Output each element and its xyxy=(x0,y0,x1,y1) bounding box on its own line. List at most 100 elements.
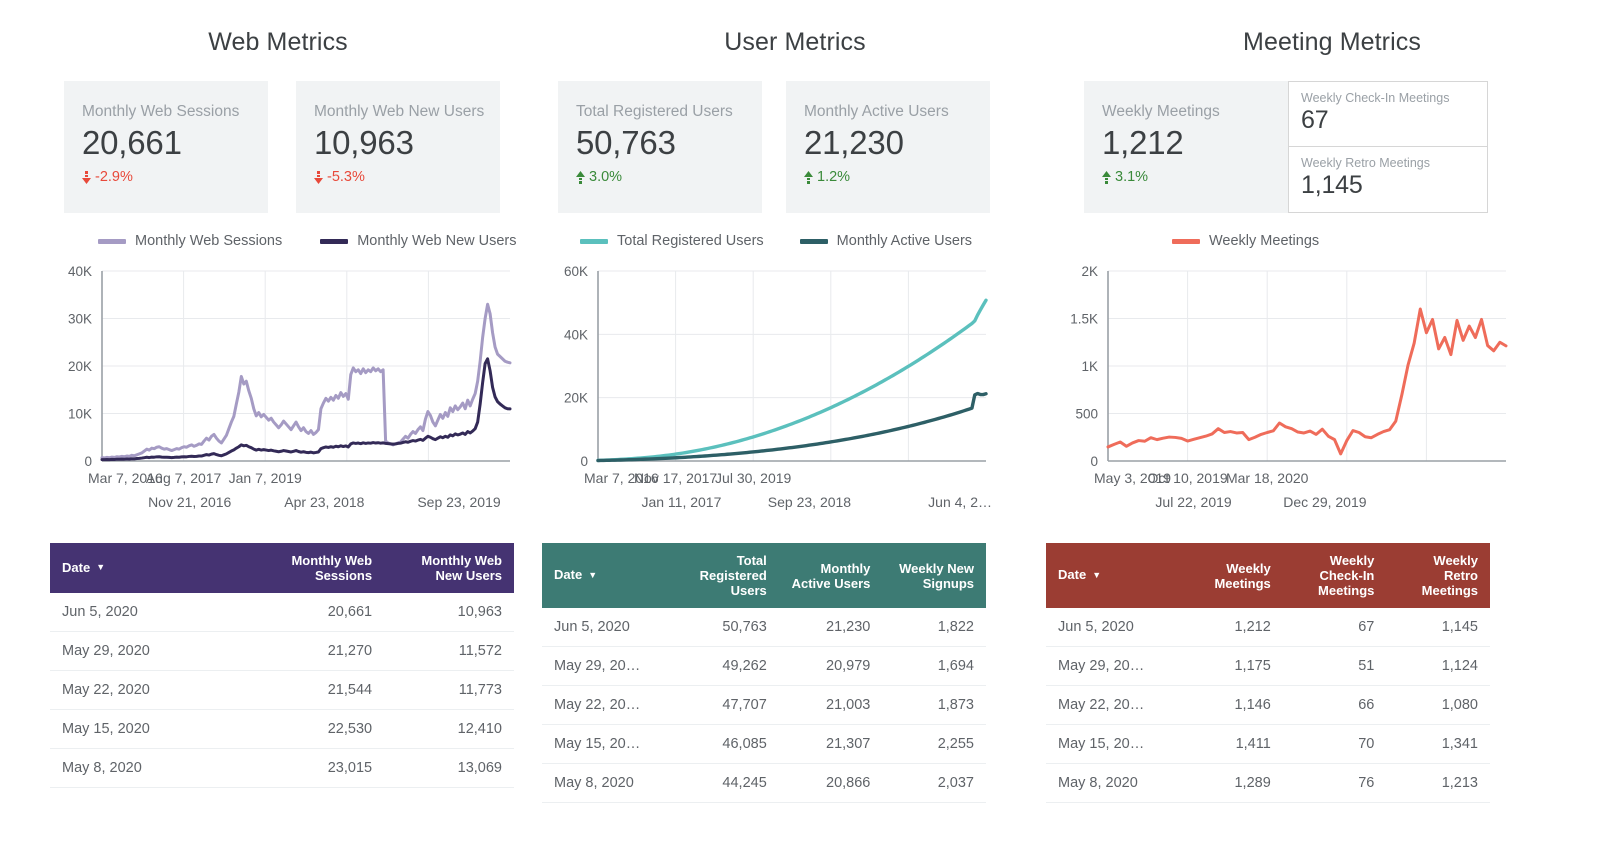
svg-text:Sep 23, 2018: Sep 23, 2018 xyxy=(768,494,852,510)
cell-value: 21,003 xyxy=(778,685,883,725)
cell-value: 21,230 xyxy=(778,608,883,647)
cell-value: 1,341 xyxy=(1386,724,1490,764)
kpi-card-total-registered-users[interactable]: Total Registered Users 50,763 3.0% xyxy=(558,81,762,213)
data-table-user-metrics[interactable]: Date ▼ Total Registered Users Monthly Activ… xyxy=(542,543,986,803)
cell-date: May 29, 2020 xyxy=(50,631,255,671)
legend-item-monthly-web-new-users[interactable]: Monthly Web New Users xyxy=(320,233,517,249)
sort-descending-icon[interactable]: ▼ xyxy=(588,568,597,583)
column-header-monthly-web-new-users[interactable]: Monthly Web New Users xyxy=(384,543,514,593)
table-row[interactable]: May 8, 2020 44,245 20,866 2,037 xyxy=(542,763,986,803)
kpi-card-monthly-web-sessions[interactable]: Monthly Web Sessions 20,661 -2.9% xyxy=(64,81,268,213)
column-header-weekly-retro-meetings[interactable]: Weekly Retro Meetings xyxy=(1386,543,1490,608)
column-header-total-registered-users[interactable]: Total Registered Users xyxy=(675,543,779,608)
table-wrap-web: Date ▼ Monthly Web Sessions Monthly Web New… xyxy=(0,543,540,788)
line-chart-svg: 010K20K30K40KMar 7, 2016Aug 7, 2017 Jan 7… xyxy=(68,264,512,510)
data-table-meeting-metrics[interactable]: Date ▼ Weekly Meetings Weekly Check-In Meet… xyxy=(1046,543,1490,803)
table-row[interactable]: May 15, 20… 46,085 21,307 2,255 xyxy=(542,724,986,764)
legend-swatch-icon xyxy=(320,238,349,244)
legend-item-monthly-active-users[interactable]: Monthly Active Users xyxy=(799,233,972,249)
legend-item-total-registered-users[interactable]: Total Registered Users xyxy=(580,233,764,249)
cell-date: Jun 5, 2020 xyxy=(542,608,676,647)
sort-descending-icon[interactable]: ▼ xyxy=(1092,568,1101,583)
svg-text:500: 500 xyxy=(1075,407,1098,422)
table-row[interactable]: Jun 5, 2020 1,212 67 1,145 xyxy=(1046,608,1490,647)
cell-value: 66 xyxy=(1282,685,1387,725)
column-header-weekly-new-signups[interactable]: Weekly New Signups xyxy=(882,543,986,608)
kpi-value: 50,763 xyxy=(576,124,676,161)
svg-text:40K: 40K xyxy=(68,264,92,279)
kpi-delta-value: 3.1% xyxy=(1115,169,1149,185)
column-header-date[interactable]: Date ▼ xyxy=(50,543,255,593)
arrow-up-icon xyxy=(576,170,585,184)
page-title-web: Web Metrics xyxy=(208,28,348,56)
svg-text:Mar 18, 2020: Mar 18, 2020 xyxy=(1226,470,1309,486)
legend-swatch-icon xyxy=(799,238,828,244)
table-row[interactable]: May 29, 2020 21,270 11,572 xyxy=(50,631,514,671)
table-row[interactable]: May 29, 20… 49,262 20,979 1,694 xyxy=(542,646,986,686)
cell-value: 1,124 xyxy=(1386,646,1490,686)
panel-web-metrics: Web Metrics Monthly Web Sessions 20,661 … xyxy=(0,0,540,851)
kpi-card-monthly-web-new-users[interactable]: Monthly Web New Users 10,963 -5.3% xyxy=(296,81,500,213)
svg-text:20K: 20K xyxy=(564,391,588,406)
cell-value: 70 xyxy=(1282,724,1387,764)
cell-value: 1,146 xyxy=(1179,685,1283,725)
data-table-web-metrics[interactable]: Date ▼ Monthly Web Sessions Monthly Web New… xyxy=(50,543,514,788)
column-header-date[interactable]: Date ▼ xyxy=(542,543,676,608)
chart-legend-meeting: Weekly Meetings xyxy=(1040,233,1600,249)
table-row[interactable]: May 22, 2020 21,544 11,773 xyxy=(50,670,514,710)
table-row[interactable]: May 15, 2020 22,530 12,410 xyxy=(50,709,514,749)
table-row[interactable]: Jun 5, 2020 50,763 21,230 1,822 xyxy=(542,608,986,647)
column-header-date[interactable]: Date ▼ xyxy=(1046,543,1180,608)
cell-value: 2,037 xyxy=(882,763,986,803)
cell-value: 11,773 xyxy=(384,670,514,710)
kpi-label: Weekly Retro Meetings xyxy=(1301,156,1430,170)
cell-value: 23,015 xyxy=(254,748,385,788)
legend-swatch-icon xyxy=(1172,238,1200,244)
legend-item-monthly-web-sessions[interactable]: Monthly Web Sessions xyxy=(98,233,282,249)
cell-date: Jun 5, 2020 xyxy=(50,593,255,632)
column-header-weekly-meetings[interactable]: Weekly Meetings xyxy=(1179,543,1283,608)
cell-value: 21,544 xyxy=(254,670,385,710)
cell-value: 1,212 xyxy=(1179,608,1283,647)
svg-text:1.5K: 1.5K xyxy=(1070,312,1098,327)
table-row[interactable]: May 15, 20… 1,411 70 1,341 xyxy=(1046,724,1490,764)
table-row[interactable]: Jun 5, 2020 20,661 10,963 xyxy=(50,593,514,632)
kpi-delta: 3.1% xyxy=(1102,169,1270,185)
svg-text:Aug 7, 2017: Aug 7, 2017 xyxy=(146,470,222,486)
svg-text:Oct 10, 2019: Oct 10, 2019 xyxy=(1148,470,1228,486)
cell-value: 21,307 xyxy=(778,724,883,764)
legend-item-weekly-meetings[interactable]: Weekly Meetings xyxy=(1172,233,1319,249)
cell-value: 21,270 xyxy=(254,631,385,671)
table-row[interactable]: May 22, 20… 1,146 66 1,080 xyxy=(1046,685,1490,725)
cell-value: 46,085 xyxy=(675,724,779,764)
table-row[interactable]: May 8, 2020 23,015 13,069 xyxy=(50,748,514,788)
kpi-card-weekly-retro-meetings[interactable]: Weekly Retro Meetings 1,145 xyxy=(1288,147,1488,213)
column-header-monthly-active-users[interactable]: Monthly Active Users xyxy=(778,543,883,608)
kpi-card-weekly-checkin-meetings[interactable]: Weekly Check-In Meetings 67 xyxy=(1288,81,1488,147)
svg-text:30K: 30K xyxy=(68,312,92,327)
cell-date: May 8, 2020 xyxy=(542,763,676,803)
column-header-label: Date xyxy=(1058,567,1087,583)
sort-descending-icon[interactable]: ▼ xyxy=(96,560,105,575)
kpi-delta-value: 3.0% xyxy=(589,169,623,185)
kpi-card-monthly-active-users[interactable]: Monthly Active Users 21,230 1.2% xyxy=(786,81,990,213)
svg-text:Nov 21, 2016: Nov 21, 2016 xyxy=(148,494,231,510)
svg-text:0: 0 xyxy=(1090,454,1098,469)
column-header-weekly-check-in-meetings[interactable]: Weekly Check-In Meetings xyxy=(1282,543,1387,608)
cell-date: May 15, 20… xyxy=(1046,724,1180,764)
kpi-card-weekly-meetings[interactable]: Weekly Meetings 1,212 3.1% xyxy=(1084,81,1288,213)
chart-user-metrics[interactable]: 0 20K 40K 60K Mar 7, 2016 Nov 17, 2017 Jul 30,… xyxy=(540,261,1040,529)
cell-value: 11,572 xyxy=(384,631,514,671)
table-header-row: Date ▼ Total Registered Users Monthly Activ… xyxy=(542,543,986,608)
svg-text:1K: 1K xyxy=(1081,359,1098,374)
cell-value: 1,694 xyxy=(882,646,986,686)
table-row[interactable]: May 29, 20… 1,175 51 1,124 xyxy=(1046,646,1490,686)
kpi-stack-meeting: Weekly Check-In Meetings 67 Weekly Retro… xyxy=(1288,81,1488,213)
cell-date: May 22, 20… xyxy=(1046,685,1180,725)
chart-meeting-metrics[interactable]: 0 500 1K 1.5K 2K May 3, 2019 Oct 10, 2019 Mar 1… xyxy=(1040,261,1600,529)
table-row[interactable]: May 22, 20… 47,707 21,003 1,873 xyxy=(542,685,986,725)
cell-value: 44,245 xyxy=(675,763,779,803)
column-header-monthly-web-sessions[interactable]: Monthly Web Sessions xyxy=(254,543,385,593)
chart-web-metrics[interactable]: 0 10K 20K 30K 40K Mar 7, 2016 Aug 7, 2017 Jan 7… xyxy=(0,261,540,529)
table-row[interactable]: May 8, 2020 1,289 76 1,213 xyxy=(1046,763,1490,803)
